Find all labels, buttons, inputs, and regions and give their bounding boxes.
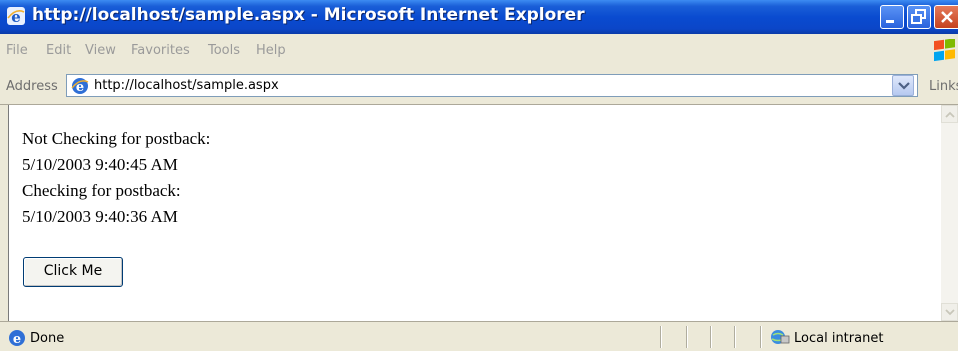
menu-view[interactable]: View (85, 43, 116, 58)
intranet-icon (771, 330, 790, 344)
windows-logo-icon (934, 39, 955, 62)
security-zone: Local intranet (794, 331, 884, 346)
ie-logo-icon: e (7, 7, 25, 26)
close-icon (940, 11, 953, 23)
checking-label: Checking for postback: (22, 181, 181, 200)
status-divider (760, 326, 762, 348)
not-checking-time: 5/10/2003 9:40:45 AM (22, 155, 178, 174)
vertical-scrollbar[interactable] (941, 105, 958, 321)
page-done-icon: e (9, 330, 25, 347)
page-icon: e (71, 78, 89, 95)
menu-bar: File Edit View Favorites Tools Help (0, 34, 958, 68)
chevron-down-icon (945, 309, 955, 316)
menu-favorites[interactable]: Favorites (131, 43, 190, 58)
svg-text:e: e (13, 332, 21, 347)
scroll-down-button[interactable] (941, 303, 958, 321)
close-button[interactable] (934, 5, 958, 29)
click-me-button[interactable]: Click Me (23, 257, 123, 287)
menu-file[interactable]: File (6, 43, 28, 58)
status-bar: e Done Local intranet (0, 321, 958, 351)
scroll-up-button[interactable] (941, 105, 958, 123)
title-bar[interactable]: e http://localhost/sample.aspx - Microso… (0, 0, 958, 34)
address-bar: Address e http://localhost/sample.aspx L… (0, 67, 958, 105)
menu-edit[interactable]: Edit (46, 43, 71, 58)
chevron-up-icon (945, 111, 955, 118)
links-label[interactable]: Links (929, 79, 958, 94)
status-divider (686, 326, 688, 348)
restore-icon (911, 9, 926, 24)
window-title: http://localhost/sample.aspx - Microsoft… (32, 5, 585, 25)
status-divider (660, 326, 662, 348)
address-label: Address (6, 79, 58, 94)
page-content: Not Checking for postback: 5/10/2003 9:4… (8, 105, 941, 321)
restore-button[interactable] (907, 5, 931, 29)
address-dropdown-button[interactable] (892, 75, 914, 96)
status-divider (710, 326, 712, 348)
minimize-icon (886, 20, 894, 23)
menu-help[interactable]: Help (256, 43, 286, 58)
status-text: Done (30, 331, 65, 346)
menu-tools[interactable]: Tools (208, 43, 240, 58)
address-input[interactable]: e http://localhost/sample.aspx (66, 74, 918, 97)
status-divider (734, 326, 736, 348)
address-url: http://localhost/sample.aspx (94, 78, 279, 93)
not-checking-label: Not Checking for postback: (22, 129, 211, 148)
minimize-button[interactable] (880, 5, 904, 29)
chevron-down-icon (898, 82, 910, 90)
checking-time: 5/10/2003 9:40:36 AM (22, 207, 178, 226)
